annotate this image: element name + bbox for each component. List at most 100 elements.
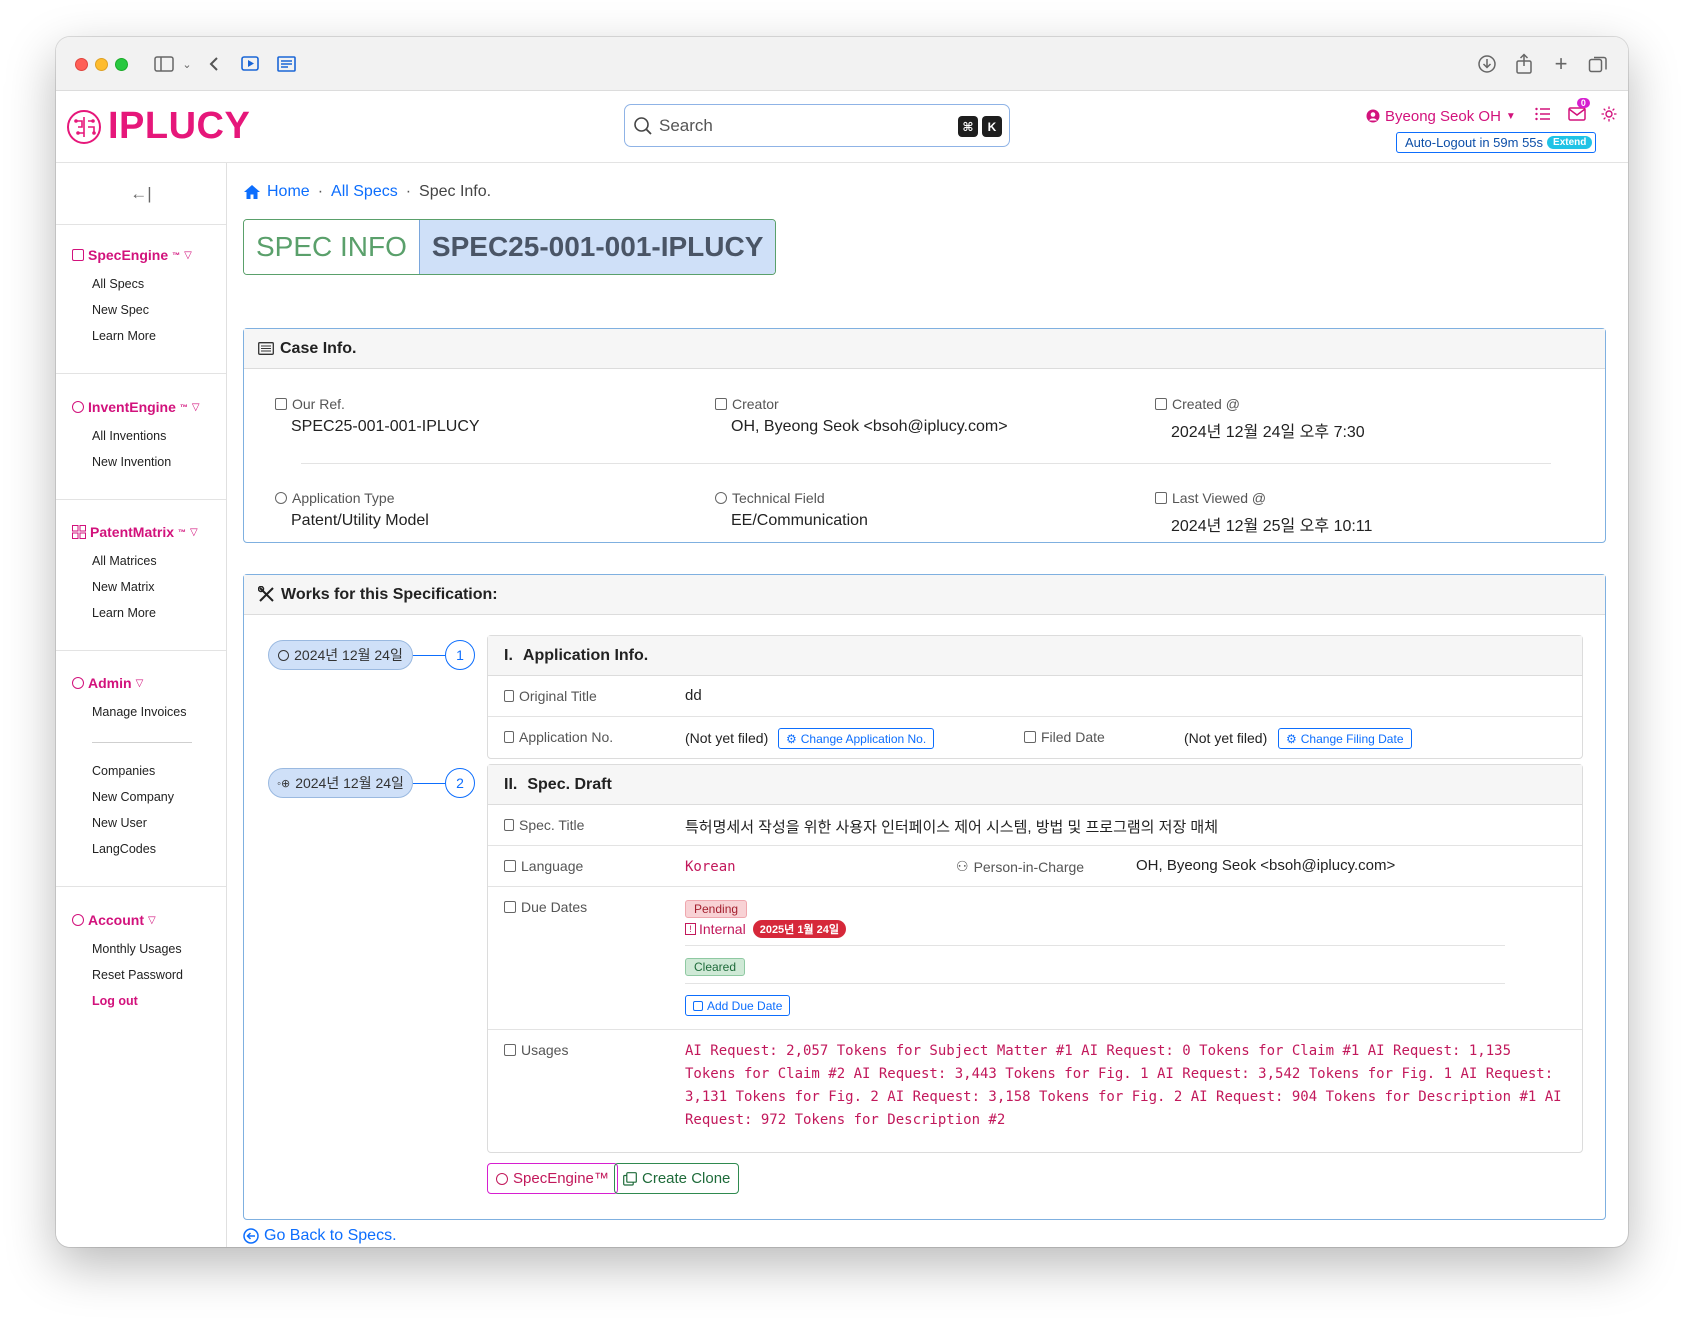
change-application-no-button[interactable]: ⚙ Change Application No. xyxy=(778,728,935,749)
spec-draft-panel: II. Spec. Draft Spec. Title 특허명세서 작성을 위한… xyxy=(487,764,1583,1153)
case-info-title: Case Info. xyxy=(280,339,357,357)
sidebar-item-new-user[interactable]: New User xyxy=(92,816,147,830)
due-dates-label: Due Dates xyxy=(504,899,587,915)
breadcrumb-all-specs[interactable]: All Specs xyxy=(331,183,398,201)
admin-title: Admin xyxy=(88,675,132,691)
calendar-icon xyxy=(504,901,516,913)
breadcrumb: Home · All Specs · Spec Info. xyxy=(243,183,491,201)
sidebar-item-learn-more[interactable]: Learn More xyxy=(92,329,156,343)
sidebar-item-new-invention[interactable]: New Invention xyxy=(92,455,171,469)
logo-text: IPLUCY xyxy=(108,105,251,147)
mail-icon[interactable]: 0 xyxy=(1568,98,1590,125)
application-no-row: Application No. (Not yet filed) ⚙ Change … xyxy=(488,717,1582,759)
person-in-charge-value: OH, Byeong Seok <bsoh@iplucy.com> xyxy=(1136,857,1396,874)
globe-icon xyxy=(715,492,727,504)
translate-icon xyxy=(504,860,516,872)
usages-value: AI Request: 2,057 Tokens for Subject Mat… xyxy=(685,1043,1562,1128)
zoom-window-button[interactable] xyxy=(115,58,128,71)
sidebar-item-langcodes[interactable]: LangCodes xyxy=(92,842,156,856)
sidebar-item-manage-invoices[interactable]: Manage Invoices xyxy=(92,705,187,719)
our-ref-value: SPEC25-001-001-IPLUCY xyxy=(291,418,480,435)
chevron-down-icon: ▽ xyxy=(184,249,192,261)
alert-icon: ! xyxy=(685,923,696,935)
home-icon xyxy=(244,185,260,199)
sidebar-subdivider xyxy=(92,742,192,743)
back-icon[interactable] xyxy=(201,51,227,77)
admin-icon xyxy=(72,677,84,689)
folder-icon xyxy=(275,398,287,410)
internal-label: Internal xyxy=(699,921,746,937)
language-value: Korean xyxy=(685,859,736,875)
new-tab-icon[interactable]: + xyxy=(1548,51,1574,77)
picture-in-picture-icon[interactable] xyxy=(238,51,264,77)
timeline-connector xyxy=(413,655,445,656)
auto-logout-indicator: Auto-Logout in 59m 55s Extend xyxy=(1396,132,1597,153)
last-viewed-label: Last Viewed @ xyxy=(1155,490,1266,506)
timeline-step-number: 1 xyxy=(445,640,475,670)
spec-title-value: 특허명세서 작성을 위한 사용자 인터페이스 제어 시스템, 방법 및 프로그램… xyxy=(685,819,1219,836)
sidebar-item-all-inventions[interactable]: All Inventions xyxy=(92,429,166,443)
add-due-date-button[interactable]: Add Due Date xyxy=(685,995,791,1016)
creator-value: OH, Byeong Seok <bsoh@iplucy.com> xyxy=(731,418,1008,435)
sidebar-section-admin[interactable]: Admin ▽ xyxy=(72,675,143,691)
usages-row: Usages AI Request: 2,057 Tokens for Subj… xyxy=(488,1030,1582,1154)
list-box-icon xyxy=(258,342,274,355)
download-icon[interactable] xyxy=(1474,51,1500,77)
specengine-button[interactable]: SpecEngine™ xyxy=(487,1163,618,1194)
sidebar-item-new-company[interactable]: New Company xyxy=(92,790,174,804)
sidebar: ←| SpecEngine ™ ▽ All Specs New Spec Lear… xyxy=(56,163,227,1247)
creator-label: Creator xyxy=(715,396,779,412)
tabs-overview-icon[interactable] xyxy=(1585,51,1611,77)
patentmatrix-title: PatentMatrix xyxy=(90,524,175,540)
branch-icon: ◦⊕ xyxy=(277,777,291,790)
chevron-down-icon: ▽ xyxy=(191,401,200,413)
user-menu[interactable]: Byeong Seok OH ▼ 0 xyxy=(1366,98,1617,126)
application-type-value: Patent/Utility Model xyxy=(291,512,429,529)
browser-window: ⌄ + IPLUCY Search ⌘ K Byeong Seok OH ▼ 0… xyxy=(56,37,1628,1247)
sidebar-item-companies[interactable]: Companies xyxy=(92,764,155,778)
caret-down-icon: ▼ xyxy=(1505,110,1516,122)
share-icon[interactable] xyxy=(1511,51,1537,77)
sidebar-section-specengine[interactable]: SpecEngine ™ ▽ xyxy=(72,247,192,263)
our-ref-label: Our Ref. xyxy=(275,396,345,412)
extend-session-button[interactable]: Extend xyxy=(1547,136,1593,149)
theme-sun-icon[interactable] xyxy=(1601,106,1617,126)
doc-icon xyxy=(504,690,514,702)
sidebar-item-new-matrix[interactable]: New Matrix xyxy=(92,580,155,594)
chevron-down-icon[interactable]: ⌄ xyxy=(174,51,200,77)
search-input[interactable]: Search ⌘ K xyxy=(624,104,1010,147)
sidebar-divider xyxy=(56,499,226,500)
file-icon xyxy=(504,731,514,743)
sidebar-item-monthly-usages[interactable]: Monthly Usages xyxy=(92,942,182,956)
case-info-card: Case Info. Our Ref. SPEC25-001-001-IPLUC… xyxy=(243,328,1606,543)
lightbulb-icon xyxy=(275,492,287,504)
tools-icon xyxy=(258,586,274,602)
go-back-link[interactable]: Go Back to Specs. xyxy=(243,1227,397,1245)
minimize-window-button[interactable] xyxy=(95,58,108,71)
timeline-step-number: 2 xyxy=(445,768,475,798)
sidebar-item-all-specs[interactable]: All Specs xyxy=(92,277,144,291)
sidebar-item-learn-more[interactable]: Learn More xyxy=(92,606,156,620)
iplucy-logo[interactable]: IPLUCY xyxy=(66,105,250,148)
sidebar-divider xyxy=(56,650,226,651)
breadcrumb-home[interactable]: Home xyxy=(267,183,310,201)
collapse-sidebar-button[interactable]: ←| xyxy=(56,163,226,225)
sidebar-item-new-spec[interactable]: New Spec xyxy=(92,303,149,317)
arrow-left-circle-icon xyxy=(243,1228,259,1244)
sidebar-section-inventengine[interactable]: InventEngine ™ ▽ xyxy=(72,399,200,415)
reader-icon[interactable] xyxy=(274,51,300,77)
tm-mark: ™ xyxy=(178,527,187,537)
search-icon xyxy=(634,116,652,135)
application-no-label: Application No. xyxy=(504,729,613,745)
change-filing-date-button[interactable]: ⚙ Change Filing Date xyxy=(1278,728,1412,749)
sidebar-item-log-out[interactable]: Log out xyxy=(92,994,138,1008)
sidebar-section-account[interactable]: Account ▽ xyxy=(72,912,156,928)
sidebar-divider xyxy=(56,373,226,374)
create-clone-button[interactable]: Create Clone xyxy=(614,1163,740,1194)
created-label: Created @ xyxy=(1155,396,1240,412)
task-list-icon[interactable] xyxy=(1535,107,1551,125)
sidebar-section-patentmatrix[interactable]: PatentMatrix ™ ▽ xyxy=(72,524,198,540)
sidebar-item-reset-password[interactable]: Reset Password xyxy=(92,968,183,982)
sidebar-item-all-matrices[interactable]: All Matrices xyxy=(92,554,157,568)
close-window-button[interactable] xyxy=(75,58,88,71)
